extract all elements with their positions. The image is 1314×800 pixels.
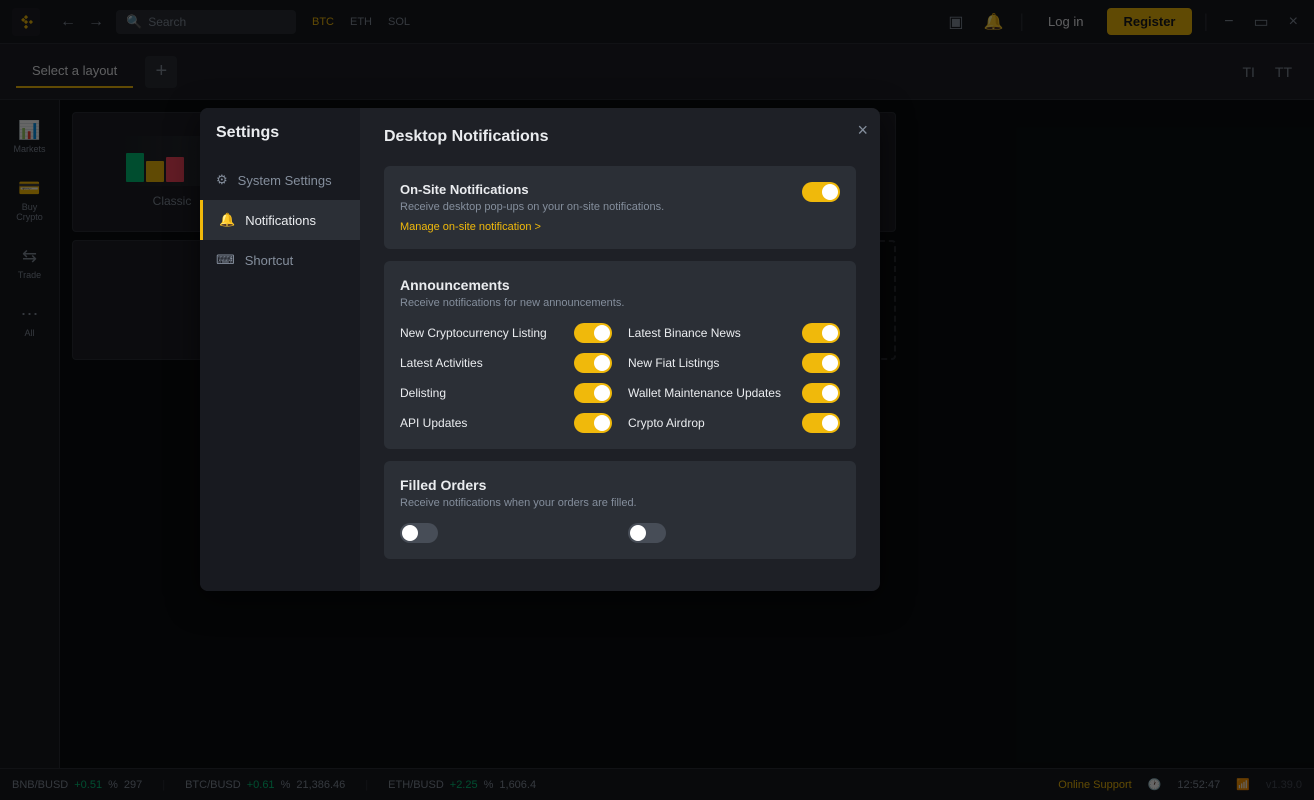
announcements-desc: Receive notifications for new announceme… — [400, 297, 840, 309]
filled-toggle-slider-0 — [400, 523, 438, 543]
filled-orders-section: Filled Orders Receive notifications when… — [384, 461, 856, 559]
filled-orders-grid — [400, 523, 840, 543]
filled-toggle-slider-1 — [628, 523, 666, 543]
annc-toggle-2[interactable] — [574, 353, 612, 373]
annc-toggle-slider-1 — [802, 323, 840, 343]
filled-toggle-0[interactable] — [400, 523, 438, 543]
filled-orders-desc: Receive notifications when your orders a… — [400, 497, 840, 509]
annc-label-2: Latest Activities — [400, 356, 483, 370]
settings-nav-label-notifications: Notifications — [245, 213, 316, 228]
settings-content: Desktop Notifications On-Site Notificati… — [360, 108, 880, 591]
settings-nav-system[interactable]: ⚙ System Settings — [200, 160, 360, 200]
filled-toggle-1[interactable] — [628, 523, 666, 543]
annc-row-3: New Fiat Listings — [628, 353, 840, 373]
annc-toggle-slider-4 — [574, 383, 612, 403]
annc-toggle-slider-7 — [802, 413, 840, 433]
annc-toggle-6[interactable] — [574, 413, 612, 433]
annc-row-5: Wallet Maintenance Updates — [628, 383, 840, 403]
settings-nav-label-system: System Settings — [238, 173, 332, 188]
settings-nav-notifications[interactable]: 🔔 Notifications — [200, 200, 360, 240]
onsite-desc: Receive desktop pop-ups on your on-site … — [400, 201, 664, 213]
onsite-notifications-section: On-Site Notifications Receive desktop po… — [384, 166, 856, 249]
annc-toggle-0[interactable] — [574, 323, 612, 343]
onsite-title: On-Site Notifications — [400, 182, 664, 197]
settings-modal-title: Settings — [216, 124, 279, 142]
annc-toggle-3[interactable] — [802, 353, 840, 373]
annc-toggle-4[interactable] — [574, 383, 612, 403]
annc-toggle-7[interactable] — [802, 413, 840, 433]
settings-nav-shortcut[interactable]: ⌨ Shortcut — [200, 240, 360, 280]
annc-label-3: New Fiat Listings — [628, 356, 719, 370]
onsite-row: On-Site Notifications Receive desktop po… — [400, 182, 840, 233]
announcements-title: Announcements — [400, 277, 840, 293]
modal-close-button[interactable]: × — [857, 120, 868, 141]
shortcut-icon: ⌨ — [216, 252, 235, 268]
announcements-grid: New Cryptocurrency Listing Latest Binanc… — [400, 323, 840, 433]
annc-toggle-slider-3 — [802, 353, 840, 373]
settings-nav-label-shortcut: Shortcut — [245, 253, 293, 268]
system-settings-icon: ⚙ — [216, 172, 228, 188]
annc-row-1: Latest Binance News — [628, 323, 840, 343]
annc-toggle-slider-0 — [574, 323, 612, 343]
annc-toggle-slider-2 — [574, 353, 612, 373]
settings-content-title: Desktop Notifications — [384, 128, 856, 146]
annc-row-4: Delisting — [400, 383, 612, 403]
filled-row-1 — [628, 523, 840, 543]
annc-label-4: Delisting — [400, 386, 446, 400]
annc-toggle-1[interactable] — [802, 323, 840, 343]
filled-orders-title: Filled Orders — [400, 477, 840, 493]
notifications-icon: 🔔 — [219, 212, 235, 228]
filled-row-0 — [400, 523, 612, 543]
annc-row-7: Crypto Airdrop — [628, 413, 840, 433]
annc-row-0: New Cryptocurrency Listing — [400, 323, 612, 343]
settings-modal: Settings ⚙ System Settings 🔔 Notificatio… — [200, 108, 880, 591]
onsite-toggle[interactable] — [802, 182, 840, 202]
settings-sidebar: ⚙ System Settings 🔔 Notifications ⌨ Shor… — [200, 108, 360, 591]
onsite-toggle-slider — [802, 182, 840, 202]
announcements-section: Announcements Receive notifications for … — [384, 261, 856, 449]
manage-notifications-link[interactable]: Manage on-site notification > — [400, 221, 664, 233]
annc-label-7: Crypto Airdrop — [628, 416, 705, 430]
annc-toggle-slider-6 — [574, 413, 612, 433]
annc-label-1: Latest Binance News — [628, 326, 741, 340]
annc-row-2: Latest Activities — [400, 353, 612, 373]
annc-label-6: API Updates — [400, 416, 467, 430]
annc-label-0: New Cryptocurrency Listing — [400, 326, 547, 340]
annc-toggle-5[interactable] — [802, 383, 840, 403]
annc-row-6: API Updates — [400, 413, 612, 433]
annc-toggle-slider-5 — [802, 383, 840, 403]
onsite-info: On-Site Notifications Receive desktop po… — [400, 182, 664, 233]
annc-label-5: Wallet Maintenance Updates — [628, 386, 781, 400]
